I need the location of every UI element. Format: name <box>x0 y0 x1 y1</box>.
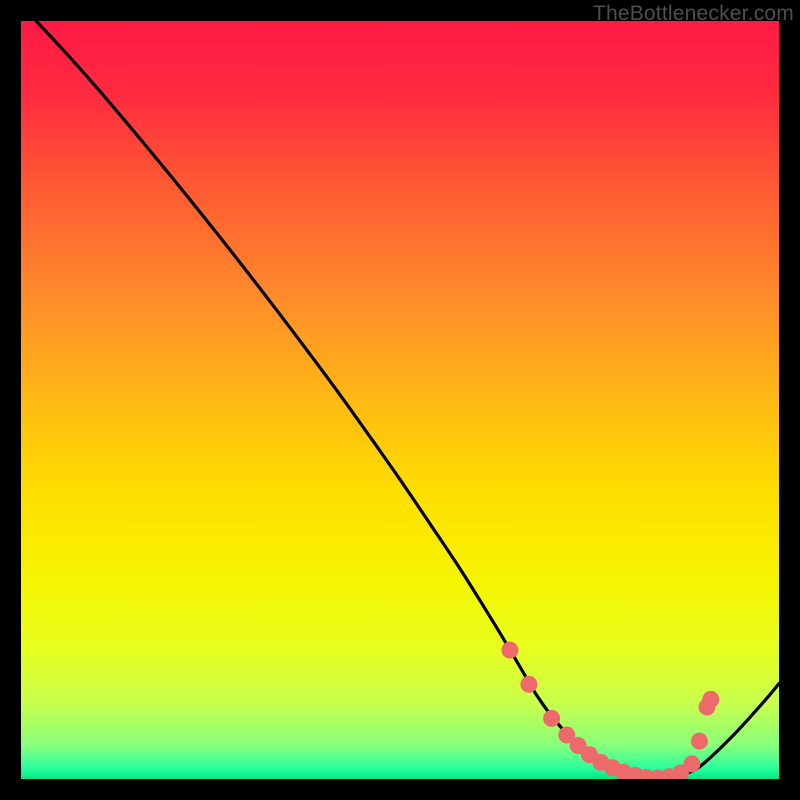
marker-dot <box>520 676 537 693</box>
marker-dot <box>501 642 518 659</box>
marker-dot <box>543 710 560 727</box>
watermark-text: TheBottlenecker.com <box>593 2 794 26</box>
chart-svg <box>21 21 779 779</box>
marker-dot <box>702 691 719 708</box>
marker-dot <box>683 755 700 772</box>
chart-frame <box>21 21 779 779</box>
marker-dot <box>691 733 708 750</box>
